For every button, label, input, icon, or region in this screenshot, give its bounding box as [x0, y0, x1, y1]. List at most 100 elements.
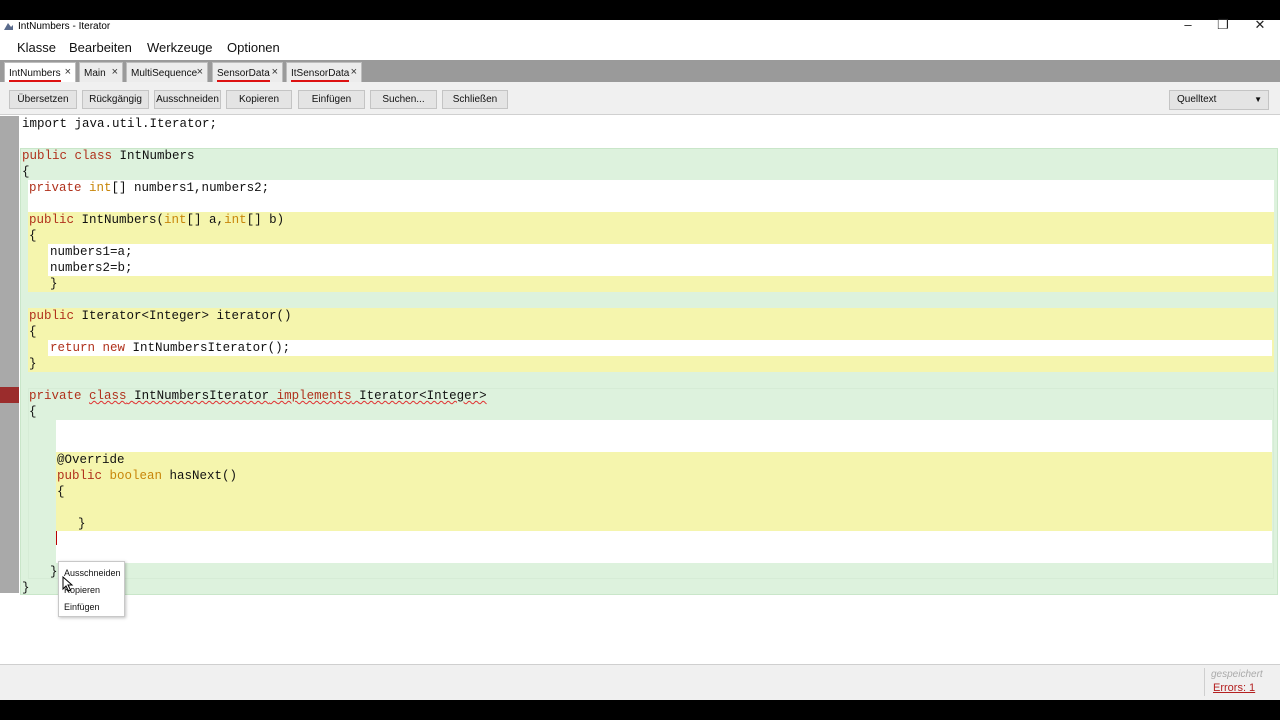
code-line: public class IntNumbers: [22, 148, 195, 164]
close-button[interactable]: Schließen: [442, 90, 508, 109]
tab-close-icon[interactable]: ×: [272, 66, 278, 78]
view-mode-select[interactable]: Quelltext ▼: [1169, 90, 1269, 110]
code-text: numbers2=b;: [50, 261, 133, 275]
code-text: [] a,: [186, 213, 225, 227]
error-count-link[interactable]: Errors: 1: [1213, 682, 1255, 694]
code-text: [] b): [246, 213, 285, 227]
code-text: }: [78, 517, 86, 531]
tab-intnumbers[interactable]: IntNumbers ×: [4, 62, 76, 82]
status-divider: [1204, 668, 1205, 696]
code-line: {: [29, 404, 37, 420]
code-text: }: [22, 581, 30, 595]
code-text: import java.util.Iterator;: [22, 117, 218, 131]
code-line: {: [22, 164, 30, 180]
code-text: Iterator<Integer> iterator(): [74, 309, 292, 323]
tab-close-icon[interactable]: ×: [197, 66, 203, 78]
error-marker[interactable]: [0, 387, 19, 403]
code-line: }: [22, 580, 30, 596]
code-line: }: [78, 516, 86, 532]
code-text: IntNumbers: [112, 149, 195, 163]
code-keyword: new: [102, 341, 126, 355]
code-editor[interactable]: import java.util.Iterator; public class …: [0, 116, 1280, 596]
code-text: IntNumbersIterator();: [125, 341, 291, 355]
code-text: {: [29, 325, 37, 339]
code-line: {: [57, 484, 65, 500]
code-line: numbers2=b;: [50, 260, 133, 276]
constructor-body: [48, 244, 1272, 276]
menu-optionen[interactable]: Optionen: [227, 40, 280, 55]
code-type: int: [164, 213, 187, 227]
code-text: Iterator<Integer>: [359, 389, 487, 403]
code-annotation: @Override: [57, 453, 125, 467]
undo-button[interactable]: Rückgängig: [82, 90, 149, 109]
code-text: hasNext(): [162, 469, 238, 483]
code-text: }: [50, 277, 58, 291]
tab-bar: IntNumbers × Main × MultiSequence × Sens…: [0, 60, 1280, 82]
code-line: @Override: [57, 452, 125, 468]
code-line: {: [29, 324, 37, 340]
code-text: numbers1=a;: [50, 245, 133, 259]
toolbar: Übersetzen Rückgängig Ausschneiden Kopie…: [0, 82, 1280, 115]
code-line: public boolean hasNext(): [57, 468, 237, 484]
tab-close-icon[interactable]: ×: [351, 66, 357, 78]
tab-label: MultiSequence: [131, 68, 198, 79]
window-title: IntNumbers - Iterator: [18, 21, 111, 32]
find-button[interactable]: Suchen...: [370, 90, 437, 109]
editor-window: IntNumbers - Iterator – ❐ ✕ Klasse Bearb…: [0, 17, 1280, 700]
copy-button[interactable]: Kopieren: [226, 90, 292, 109]
tab-main[interactable]: Main ×: [79, 62, 123, 82]
paste-button[interactable]: Einfügen: [298, 90, 365, 109]
code-keyword: private: [29, 389, 82, 403]
method-hasnext-scope: [56, 452, 1272, 531]
status-bar: gespeichert Errors: 1: [0, 664, 1280, 700]
code-line: {: [29, 228, 37, 244]
code-type: int: [89, 181, 112, 195]
maximize-icon[interactable]: ❐: [1208, 17, 1238, 33]
code-text: {: [29, 229, 37, 243]
code-text: IntNumbersIterator: [134, 389, 270, 403]
tab-close-icon[interactable]: ×: [112, 66, 118, 78]
code-text: {: [22, 165, 30, 179]
code-line: }: [50, 564, 58, 580]
compile-button[interactable]: Übersetzen: [9, 90, 77, 109]
menu-werkzeuge[interactable]: Werkzeuge: [147, 40, 213, 55]
cut-button[interactable]: Ausschneiden: [154, 90, 221, 109]
line-gutter: [0, 116, 19, 593]
context-paste[interactable]: Einfügen: [64, 602, 100, 612]
code-line: numbers1=a;: [50, 244, 133, 260]
tab-label: SensorData: [217, 68, 270, 82]
scrollbar[interactable]: [1270, 60, 1280, 82]
code-keyword: return: [50, 341, 96, 355]
tab-sensordata[interactable]: SensorData ×: [212, 62, 283, 82]
code-keyword: public: [29, 309, 75, 323]
mouse-cursor-icon: [62, 576, 74, 592]
code-type: boolean: [109, 469, 163, 483]
close-icon[interactable]: ✕: [1245, 17, 1275, 33]
code-line: private int[] numbers1,numbers2;: [29, 180, 269, 196]
minimize-icon[interactable]: –: [1173, 17, 1203, 33]
app-icon: [4, 23, 13, 30]
code-keyword: implements: [276, 389, 352, 403]
menu-klasse[interactable]: Klasse: [17, 40, 56, 55]
code-line: public Iterator<Integer> iterator(): [29, 308, 292, 324]
code-keyword: private: [29, 181, 82, 195]
saved-status: gespeichert: [1211, 669, 1263, 680]
tab-multisequence[interactable]: MultiSequence ×: [126, 62, 208, 82]
code-line: import java.util.Iterator;: [22, 116, 217, 132]
code-text: }: [50, 565, 58, 579]
tab-label: Main: [84, 68, 106, 79]
title-bar: IntNumbers - Iterator – ❐ ✕: [0, 17, 1280, 36]
code-keyword: class: [89, 389, 127, 403]
chevron-down-icon: ▼: [1254, 95, 1262, 104]
tab-label: IntNumbers: [9, 68, 61, 82]
text-caret: [56, 531, 57, 545]
menu-bar: Klasse Bearbeiten Werkzeuge Optionen: [0, 36, 1280, 60]
code-keyword: public class: [22, 149, 113, 163]
code-keyword: public: [29, 213, 75, 227]
tab-close-icon[interactable]: ×: [65, 66, 71, 78]
view-mode-label: Quelltext: [1177, 94, 1217, 105]
code-type: int: [224, 213, 247, 227]
code-keyword: public: [57, 469, 103, 483]
menu-bearbeiten[interactable]: Bearbeiten: [69, 40, 132, 55]
tab-itsensordata[interactable]: ItSensorData ×: [286, 62, 362, 82]
